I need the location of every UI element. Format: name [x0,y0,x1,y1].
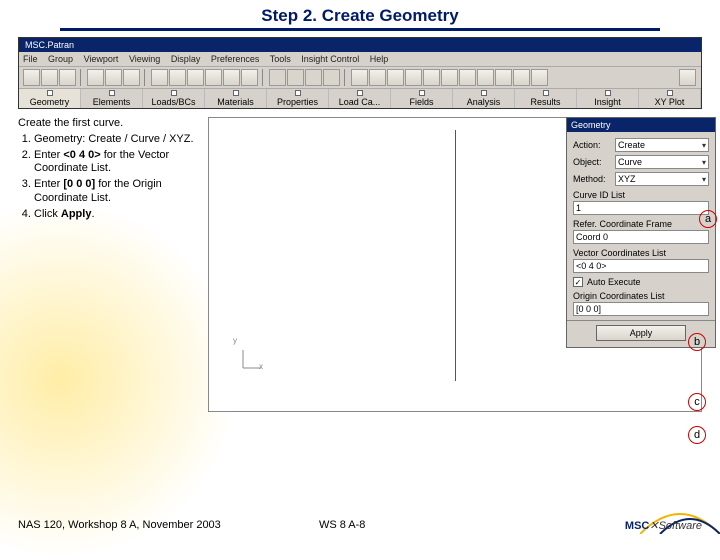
toolbar-home-icon[interactable] [679,69,696,86]
toolbar-tabs: Geometry Elements Loads/BCs Materials Pr… [19,88,701,108]
origin-label: Origin Coordinates List [573,291,709,301]
checkbox-icon: ✓ [573,277,583,287]
curve-id-label: Curve ID List [573,190,709,200]
toolbar-row-1 [19,66,701,88]
menu-viewport[interactable]: Viewport [84,54,119,64]
toolbar-icon[interactable] [223,69,240,86]
axis-y-label: y [233,336,237,345]
toolbar-icon[interactable] [369,69,386,86]
object-select[interactable]: Curve▾ [615,155,709,169]
toolbar-icon[interactable] [531,69,548,86]
auto-execute-checkbox[interactable]: ✓ Auto Execute [573,277,709,287]
tab-properties[interactable]: Properties [267,89,329,108]
chevron-down-icon: ▾ [702,141,706,150]
curve-line [455,130,456,381]
tab-materials[interactable]: Materials [205,89,267,108]
footer: NAS 120, Workshop 8 A, November 2003 WS … [18,519,702,532]
slide-title: Step 2. Create Geometry [0,0,720,28]
toolbar-icon[interactable] [513,69,530,86]
toolbar-separator [80,69,84,86]
panel-divider [567,320,715,321]
toolbar-icon[interactable] [41,69,58,86]
menu-viewing[interactable]: Viewing [129,54,160,64]
tab-elements[interactable]: Elements [81,89,143,108]
tab-geometry[interactable]: Geometry [19,89,81,108]
tab-loadcases[interactable]: Load Ca... [329,89,391,108]
toolbar-separator [144,69,148,86]
toolbar-icon[interactable] [87,69,104,86]
toolbar-icon[interactable] [59,69,76,86]
toolbar-icon[interactable] [105,69,122,86]
chevron-down-icon: ▾ [702,158,706,167]
instructions-lead: Create the first curve. [18,117,198,131]
callout-d: d [688,426,706,444]
instruction-4: Click Apply. [34,208,198,222]
chevron-down-icon: ▾ [702,175,706,184]
menu-help[interactable]: Help [370,54,389,64]
tab-fields[interactable]: Fields [391,89,453,108]
axis-x-label: x [259,362,263,371]
geometry-panel: Geometry Action: Create▾ Object: Curve▾ … [566,117,716,348]
footer-left: NAS 120, Workshop 8 A, November 2003 [18,519,319,532]
toolbar-icon[interactable] [287,69,304,86]
tab-loads[interactable]: Loads/BCs [143,89,205,108]
menu-display[interactable]: Display [171,54,201,64]
app-toolbar: MSC.Patran File Group Viewport Viewing D… [18,37,702,109]
instruction-2: Enter <0 4 0> for the Vector Coordinate … [34,149,198,177]
toolbar-icon[interactable] [123,69,140,86]
instruction-3: Enter [0 0 0] for the Origin Coordinate … [34,178,198,206]
toolbar-separator [262,69,266,86]
apply-button[interactable]: Apply [596,325,686,341]
toolbar-icon[interactable] [351,69,368,86]
toolbar-icon[interactable] [477,69,494,86]
auto-execute-label: Auto Execute [587,277,641,287]
toolbar-icon[interactable] [151,69,168,86]
toolbar-icon[interactable] [405,69,422,86]
object-label: Object: [573,157,615,167]
refcoord-label: Refer. Coordinate Frame [573,219,709,229]
footer-logo: MSC✕Software [524,519,702,532]
refcoord-input[interactable]: Coord 0 [573,230,709,244]
toolbar-icon[interactable] [241,69,258,86]
vector-input[interactable]: <0 4 0> [573,259,709,273]
vector-label: Vector Coordinates List [573,248,709,258]
toolbar-icon[interactable] [169,69,186,86]
menu-preferences[interactable]: Preferences [211,54,260,64]
tab-analysis[interactable]: Analysis [453,89,515,108]
menubar[interactable]: File Group Viewport Viewing Display Pref… [19,52,701,66]
geometry-panel-title: Geometry [567,118,715,132]
toolbar-icon[interactable] [323,69,340,86]
toolbar-separator [344,69,348,86]
toolbar-icon[interactable] [187,69,204,86]
tab-insight[interactable]: Insight [577,89,639,108]
menu-file[interactable]: File [23,54,38,64]
curve-id-input[interactable]: 1 [573,201,709,215]
action-label: Action: [573,140,615,150]
toolbar-icon[interactable] [269,69,286,86]
app-titlebar: MSC.Patran [19,38,701,52]
title-underline [60,28,660,31]
menu-tools[interactable]: Tools [270,54,291,64]
action-select[interactable]: Create▾ [615,138,709,152]
toolbar-icon[interactable] [23,69,40,86]
instructions: Create the first curve. Geometry: Create… [18,117,198,412]
tab-xyplot[interactable]: XY Plot [639,89,701,108]
toolbar-icon[interactable] [423,69,440,86]
method-label: Method: [573,174,615,184]
toolbar-icon[interactable] [441,69,458,86]
toolbar-icon[interactable] [387,69,404,86]
origin-input[interactable]: [0 0 0] [573,302,709,316]
footer-center: WS 8 A-8 [319,519,524,532]
menu-group[interactable]: Group [48,54,73,64]
tab-results[interactable]: Results [515,89,577,108]
instruction-1: Geometry: Create / Curve / XYZ. [34,133,198,147]
toolbar-icon[interactable] [459,69,476,86]
toolbar-icon[interactable] [305,69,322,86]
axis-indicator: y x [237,354,267,386]
toolbar-icon[interactable] [495,69,512,86]
toolbar-icon[interactable] [205,69,222,86]
menu-insight[interactable]: Insight Control [301,54,359,64]
method-select[interactable]: XYZ▾ [615,172,709,186]
